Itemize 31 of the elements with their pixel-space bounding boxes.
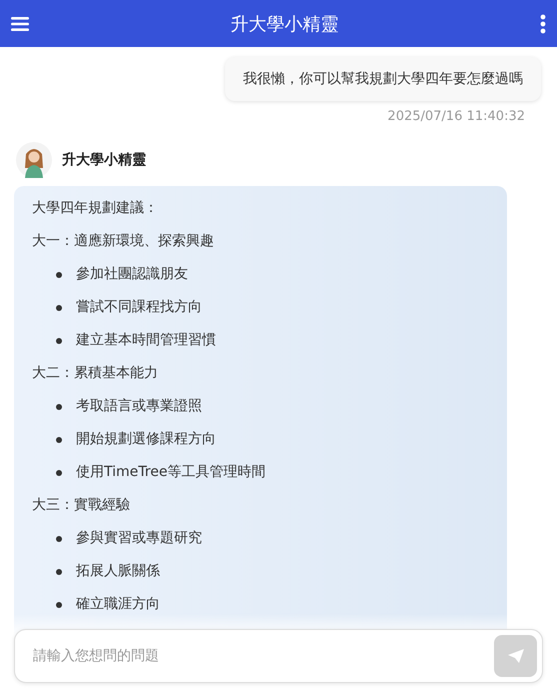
bullet-icon	[56, 602, 62, 608]
user-message: 我很懶，你可以幫我規劃大學四年要怎麼過嗎	[225, 57, 541, 101]
list-item: 使用TimeTree等工具管理時間	[76, 463, 266, 482]
list-item: 拓展人脈關係	[76, 562, 160, 581]
menu-icon[interactable]	[11, 16, 29, 32]
list-item: 考取語言或專業證照	[76, 397, 202, 416]
more-icon[interactable]	[540, 14, 546, 34]
section-heading: 大二：累積基本能力	[32, 364, 159, 383]
avatar-icon	[16, 142, 52, 178]
bullet-icon	[56, 436, 62, 442]
bullet-icon	[56, 404, 62, 410]
question-input[interactable]: 請輸入您想問的問題	[14, 629, 543, 683]
list-item: 開始規劃選修課程方向	[76, 430, 216, 449]
message-time: 2025/07/16 11:40:32	[388, 109, 525, 124]
bullet-icon	[56, 272, 62, 278]
list-item: 參加社團認識朋友	[76, 265, 188, 284]
bullet-icon	[56, 338, 62, 344]
list-item: 確立職涯方向	[76, 595, 160, 614]
section-heading: 大一：適應新環境、探索興趣	[32, 232, 215, 251]
list-item: 嘗試不同課程找方向	[76, 298, 202, 317]
section-heading: 大三：實戰經驗	[32, 496, 131, 515]
send-icon	[506, 648, 524, 664]
intro-text: 大學四年規劃建議：	[32, 199, 159, 218]
bullet-icon	[56, 304, 62, 310]
app-title: 升大學小精靈	[230, 12, 338, 36]
bullet-icon	[56, 470, 62, 476]
bot-name: 升大學小精靈	[62, 151, 146, 169]
bullet-icon	[56, 536, 62, 542]
bullet-icon	[56, 568, 62, 574]
list-item: 建立基本時間管理習慣	[76, 331, 216, 350]
list-item: 參與實習或專題研究	[76, 529, 202, 548]
